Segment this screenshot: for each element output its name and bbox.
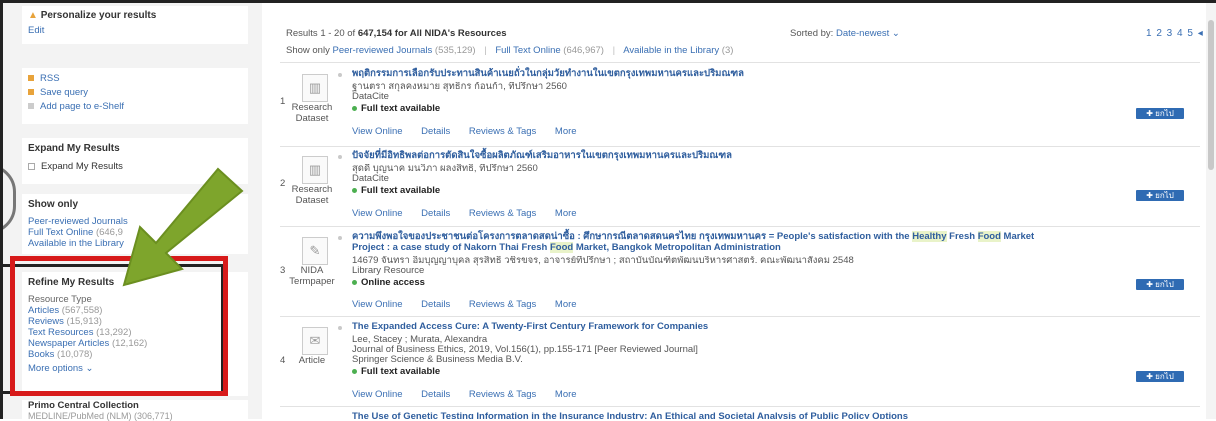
full-text-filter[interactable]: Full Text Online (646,967) xyxy=(495,45,604,56)
result-tabs: View Online Details Reviews & Tags More xyxy=(352,208,593,219)
result-source: Library Resource xyxy=(352,266,425,276)
result-title[interactable]: The Expanded Access Cure: A Twenty-First… xyxy=(352,321,1052,332)
tab-more[interactable]: More xyxy=(555,299,577,310)
showonly-bar: Show only Peer-reviewed Journals (535,12… xyxy=(286,45,734,56)
add-eshelf-link[interactable]: Add page to e-Shelf xyxy=(22,100,248,114)
checkbox-icon[interactable] xyxy=(28,162,35,170)
personalize-title: ▲ Personalize your results xyxy=(28,10,157,21)
scrollbar-thumb[interactable] xyxy=(1208,20,1214,170)
resource-type: Article xyxy=(298,355,326,366)
tab-more[interactable]: More xyxy=(555,126,577,137)
results-main: Results 1 - 20 of 647,154 for All NIDA's… xyxy=(262,0,1216,419)
tab-details[interactable]: Details xyxy=(421,126,450,137)
result-title[interactable]: ปัจจัยที่มีอิทธิพลต่อการตัดสินใจซื้อผลิต… xyxy=(352,150,1052,161)
result-authors: 14679 จันทรา อิ่มบุญญาบุคล สุรสิทธิ์ วชิ… xyxy=(352,256,854,266)
rss-icon xyxy=(28,75,34,82)
divider xyxy=(280,316,1200,317)
actions-box: RSS Save query Add page to e-Shelf xyxy=(22,68,248,124)
sort-dropdown[interactable]: Date-newest ⌄ xyxy=(836,28,900,39)
result-source: Journal of Business Ethics, 2019, Vol.15… xyxy=(352,345,698,355)
result-source: DataCite xyxy=(352,174,389,184)
tab-view-online[interactable]: View Online xyxy=(352,126,403,137)
availability[interactable]: Full text available xyxy=(352,366,440,377)
resource-type: Research Dataset xyxy=(291,102,333,124)
result-item: 3 ✎ NIDA Termpaper ความพึงพอใจของประชาชน… xyxy=(276,231,1196,313)
result-item: 2 ▥ Research Dataset ปัจจัยที่มีอิทธิพลต… xyxy=(276,150,1196,228)
status-dot-icon xyxy=(352,279,357,285)
availability[interactable]: Full text available xyxy=(352,185,440,196)
result-authors: Lee, Stacey ; Murata, Alexandra xyxy=(352,335,488,345)
result-authors: สุดดี บุญนาค มนวิภา ผลงสิทธิ์, ที่ปรึกษา… xyxy=(352,164,538,174)
result-authors: ฐานตรา สกุลคงหมาย สุทธิกร ก้อนก้า, ที่ปร… xyxy=(352,82,567,92)
pin-button[interactable]: ✚ ยกไป xyxy=(1136,190,1184,201)
result-title[interactable]: ความพึงพอใจของประชาชนต่อโครงการตลาดสดน่า… xyxy=(352,231,1052,253)
resource-type: Research Dataset xyxy=(291,184,333,206)
availability[interactable]: Full text available xyxy=(352,103,440,114)
available-library-filter[interactable]: Available in the Library (3) xyxy=(623,45,733,56)
status-dot-icon xyxy=(352,368,357,374)
annotation-arrow-icon xyxy=(122,167,244,287)
sort-control[interactable]: Sorted by: Date-newest ⌄ xyxy=(790,28,900,39)
shelf-icon xyxy=(28,103,34,110)
save-query-link[interactable]: Save query xyxy=(22,86,248,100)
tab-reviews[interactable]: Reviews & Tags xyxy=(469,299,536,310)
dot-icon xyxy=(338,155,342,159)
divider xyxy=(280,226,1200,227)
bar-chart-icon[interactable]: ▥ xyxy=(302,74,328,102)
tab-view-online[interactable]: View Online xyxy=(352,208,403,219)
save-icon xyxy=(28,89,34,96)
resource-type: NIDA Termpaper xyxy=(289,265,335,287)
result-item: 1 ▥ Research Dataset พฤติกรรมการเลือกรับ… xyxy=(276,68,1196,146)
rss-link[interactable]: RSS xyxy=(22,72,248,86)
dot-icon xyxy=(338,326,342,330)
tab-view-online[interactable]: View Online xyxy=(352,299,403,310)
frame-left xyxy=(0,0,3,419)
frame-top xyxy=(0,0,1216,3)
tab-reviews[interactable]: Reviews & Tags xyxy=(469,389,536,400)
status-dot-icon xyxy=(352,105,357,111)
result-item: 4 ✉ Article The Expanded Access Cure: A … xyxy=(276,321,1196,400)
pagination[interactable]: 1 2 3 4 5 ◂ xyxy=(1146,28,1204,39)
tab-reviews[interactable]: Reviews & Tags xyxy=(469,126,536,137)
result-tabs: View Online Details Reviews & Tags More xyxy=(352,389,593,400)
pin-button[interactable]: ✚ ยกไป xyxy=(1136,279,1184,290)
article-icon[interactable]: ✉ xyxy=(302,327,328,355)
pin-button[interactable]: ✚ ยกไป xyxy=(1136,108,1184,119)
collection-box: Primo Central Collection MEDLINE/PubMed … xyxy=(22,400,248,421)
tab-view-online[interactable]: View Online xyxy=(352,389,403,400)
tab-more[interactable]: More xyxy=(555,389,577,400)
pin-button[interactable]: ✚ ยกไป xyxy=(1136,371,1184,382)
dot-icon xyxy=(338,73,342,77)
collection-sub[interactable]: MEDLINE/PubMed (NLM) (306,771) xyxy=(22,412,248,421)
bar-chart-icon[interactable]: ▥ xyxy=(302,156,328,184)
divider xyxy=(280,146,1200,147)
arrow-shape xyxy=(122,167,244,287)
result-title[interactable]: พฤติกรรมการเลือกรับประทานสินค้าเนยถั่วใน… xyxy=(352,68,1052,79)
edit-link[interactable]: Edit xyxy=(22,24,248,38)
result-tabs: View Online Details Reviews & Tags More xyxy=(352,299,593,310)
person-icon: ▲ xyxy=(28,10,38,21)
result-publisher: Springer Science & Business Media B.V. xyxy=(352,355,523,365)
result-source: DataCite xyxy=(352,92,389,102)
dot-icon xyxy=(338,236,342,240)
expand-title: Expand My Results xyxy=(28,143,120,154)
results-summary: Results 1 - 20 of 647,154 for All NIDA's… xyxy=(286,28,507,39)
status-dot-icon xyxy=(352,187,357,193)
peer-reviewed-filter[interactable]: Peer-reviewed Journals (535,129) xyxy=(332,45,475,56)
divider xyxy=(280,406,1200,407)
tab-details[interactable]: Details xyxy=(421,208,450,219)
tab-details[interactable]: Details xyxy=(421,389,450,400)
personalize-box: ▲ Personalize your results Edit xyxy=(22,6,248,44)
divider xyxy=(280,62,1200,63)
tab-more[interactable]: More xyxy=(555,208,577,219)
result-tabs: View Online Details Reviews & Tags More xyxy=(352,126,593,137)
result-title[interactable]: The Use of Genetic Testing Information i… xyxy=(352,411,1052,419)
tab-details[interactable]: Details xyxy=(421,299,450,310)
tab-reviews[interactable]: Reviews & Tags xyxy=(469,208,536,219)
pen-icon[interactable]: ✎ xyxy=(302,237,328,265)
availability[interactable]: Online access xyxy=(352,277,425,288)
